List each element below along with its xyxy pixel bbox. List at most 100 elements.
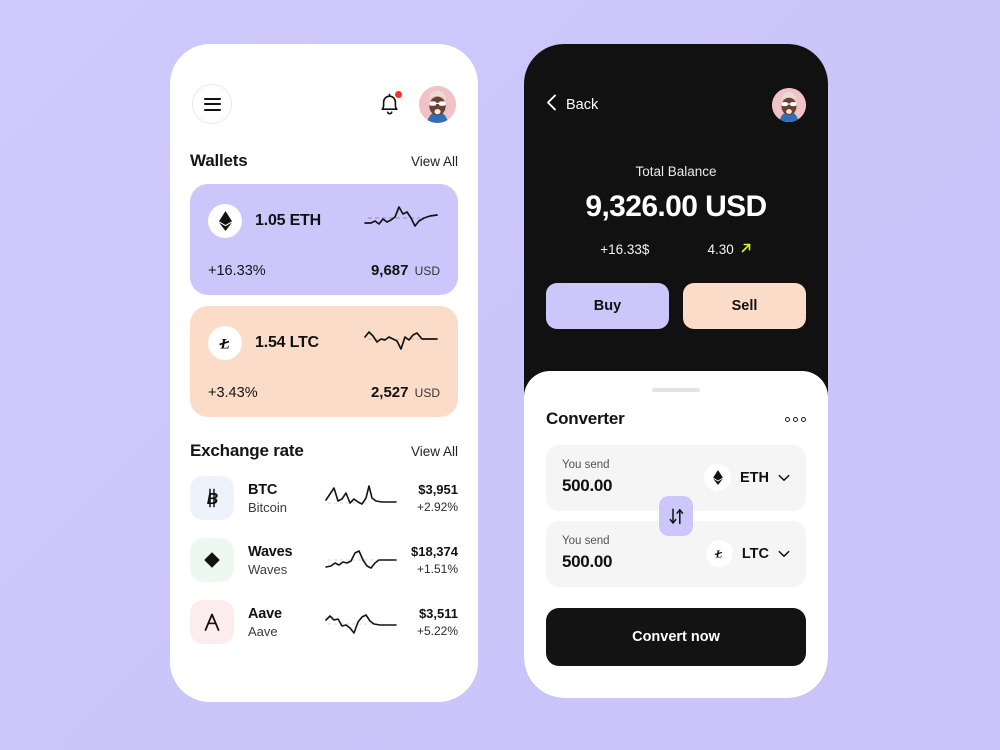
dot	[801, 416, 806, 422]
wallets-view-all-link[interactable]: View All	[411, 154, 458, 169]
list-item[interactable]: Waves Waves $18,374 +1.51%	[190, 529, 458, 591]
coin-symbol: BTC	[248, 481, 278, 498]
dot	[785, 416, 790, 422]
notification-bell-icon[interactable]	[379, 91, 402, 116]
list-item[interactable]: Aave Aave $3,511 +5.22%	[190, 591, 458, 653]
chevron-down-icon	[778, 545, 790, 563]
avatar[interactable]	[772, 88, 806, 122]
coin-price: $3,951	[418, 482, 458, 497]
coin-symbol: Waves	[248, 543, 293, 560]
converter-from-left: You send 500.00	[562, 459, 704, 496]
converter-to-amount-input[interactable]: 500.00	[562, 552, 706, 572]
menu-line	[203, 108, 221, 111]
wallet-fiat-value: 2,527 USD	[371, 384, 440, 401]
exchange-sparkline-chart	[324, 604, 398, 640]
page-title: Wallets	[190, 151, 248, 170]
wallet-fiat-amount: 2,527	[370, 384, 409, 401]
more-options-icon[interactable]	[785, 416, 806, 422]
list-item-values: $18,374 +1.51%	[398, 544, 458, 576]
phone-left-wallet-screen: Wallets View All 1.05 ETH +16.33% 9,687 …	[170, 44, 478, 702]
list-item-names: BTC Bitcoin	[248, 482, 324, 515]
converter-sheet: Converter You send 500.00 ETH You send 5…	[524, 371, 828, 698]
wallet-card-bottom-row: +16.33% 9,687 USD	[208, 262, 440, 279]
wallet-card-ltc[interactable]: L 1.54 LTC +3.43% 2,527 USD	[190, 306, 458, 417]
converter-from-coin-select[interactable]: ETH	[704, 464, 790, 491]
coin-change: +1.51%	[416, 562, 458, 576]
right-dark-section: Back Total Balance 9,326.00 USD +16.33$ …	[524, 44, 828, 329]
wallet-sparkline-chart	[362, 323, 440, 362]
app-mockup-stage: Wallets View All 1.05 ETH +16.33% 9,687 …	[0, 0, 1000, 750]
exchange-section-header: Exchange rate View All	[190, 441, 458, 461]
dot	[793, 416, 798, 422]
ethereum-icon	[208, 203, 242, 238]
wallet-fiat-amount: 9,687	[370, 262, 409, 279]
coin-price: $18,374	[411, 544, 458, 559]
bitcoin-icon: B	[190, 476, 234, 520]
convert-now-button[interactable]: Convert now	[546, 608, 806, 666]
svg-text:B: B	[206, 491, 218, 508]
converter-header: Converter	[546, 409, 806, 429]
topbar-right-group	[379, 85, 456, 123]
converter-from-coin-code: ETH	[740, 469, 769, 486]
ethereum-icon	[704, 464, 731, 491]
total-balance-value: 9,326.00 USD	[585, 190, 767, 223]
converter-rows: You send 500.00 ETH You send 500.00 L LT…	[546, 445, 806, 587]
litecoin-icon: L	[705, 540, 733, 567]
converter-to-label: You send	[562, 535, 610, 547]
wallet-change-label: +3.43%	[208, 385, 258, 401]
coin-price: $3,511	[418, 606, 458, 621]
coin-name: Waves	[248, 561, 288, 577]
wallet-change-label: +16.33%	[208, 263, 266, 279]
litecoin-icon: L	[208, 325, 242, 360]
list-item-names: Waves Waves	[248, 544, 324, 577]
wallet-fiat-value: 9,687 USD	[371, 262, 440, 279]
menu-line	[203, 103, 221, 105]
total-balance-label: Total Balance	[635, 164, 717, 179]
wallet-card-top-row: L 1.54 LTC	[208, 323, 440, 362]
wallet-card-bottom-row: +3.43% 2,527 USD	[208, 384, 440, 401]
exchange-sparkline-chart	[324, 542, 398, 578]
hamburger-menu-icon[interactable]	[192, 84, 232, 124]
wallet-amount-label: 1.05 ETH	[255, 211, 321, 229]
wallet-card-eth[interactable]: 1.05 ETH +16.33% 9,687 USD	[190, 184, 458, 295]
balance-delta: +16.33$	[600, 242, 650, 257]
coin-change: +5.22%	[416, 624, 458, 638]
notification-badge-dot	[395, 91, 402, 98]
back-button[interactable]: Back	[546, 94, 598, 116]
right-topbar: Back	[546, 44, 806, 122]
wallet-card-top-row: 1.05 ETH	[208, 201, 440, 240]
list-item[interactable]: B BTC Bitcoin $3,951 +2.92%	[190, 467, 458, 529]
avatar[interactable]	[419, 85, 456, 123]
aave-icon	[190, 600, 234, 644]
coin-name: Bitcoin	[248, 499, 288, 515]
swap-vertical-icon[interactable]	[659, 496, 693, 536]
list-item-values: $3,511 +5.22%	[398, 606, 458, 638]
chevron-down-icon	[778, 469, 790, 487]
balance-stats-row: +16.33$ 4.30	[546, 242, 806, 257]
balance-rate-value: 4.30	[707, 242, 734, 257]
balance-rate-group: 4.30	[707, 242, 751, 257]
exchange-view-all-link[interactable]: View All	[411, 444, 458, 459]
exchange-rate-title: Exchange rate	[190, 441, 304, 460]
wallets-section-header: Wallets View All	[190, 151, 458, 171]
converter-title: Converter	[546, 409, 625, 428]
converter-from-label: You send	[562, 459, 610, 471]
buy-button[interactable]: Buy	[546, 283, 669, 329]
list-item-values: $3,951 +2.92%	[398, 482, 458, 514]
phone-right-balance-screen: Back Total Balance 9,326.00 USD +16.33$ …	[524, 44, 828, 698]
menu-line	[203, 97, 221, 100]
coin-name: Aave	[248, 623, 278, 639]
list-item-names: Aave Aave	[248, 606, 324, 639]
wallet-amount-label: 1.54 LTC	[255, 333, 319, 351]
buy-sell-actions: Buy Sell	[546, 283, 806, 329]
left-topbar	[170, 44, 478, 124]
chevron-left-icon	[546, 94, 557, 116]
converter-to-coin-select[interactable]: L LTC	[705, 540, 790, 567]
converter-to-coin-code: LTC	[741, 545, 769, 562]
converter-from-amount-input[interactable]: 500.00	[562, 476, 704, 496]
exchange-sparkline-chart	[324, 480, 398, 516]
waves-icon	[190, 538, 234, 582]
sell-button[interactable]: Sell	[683, 283, 806, 329]
sheet-drag-handle[interactable]	[652, 388, 700, 392]
coin-symbol: Aave	[248, 605, 282, 622]
